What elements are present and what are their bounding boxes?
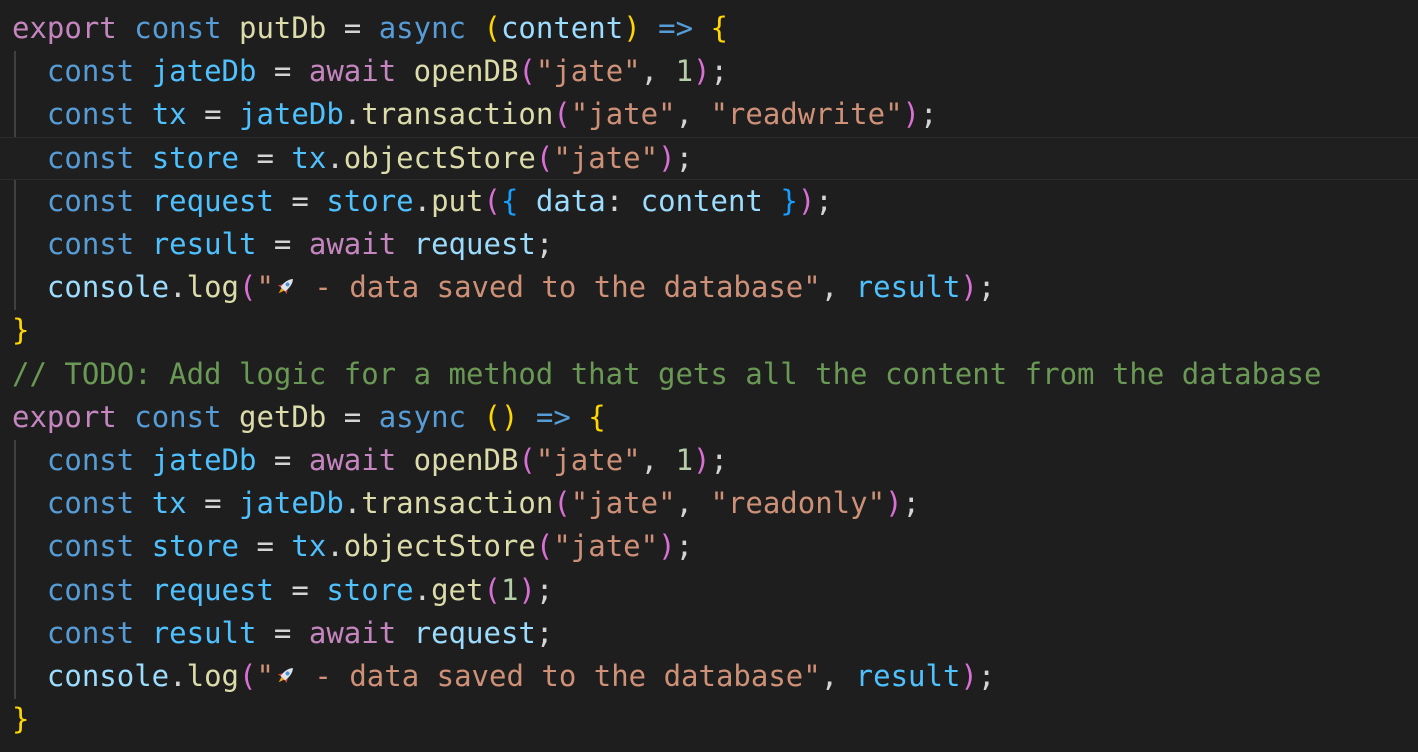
- string-literal: "jate": [535, 54, 641, 88]
- code-line[interactable]: const jateDb = await openDB("jate", 1);: [0, 50, 1418, 93]
- variable: result: [151, 227, 257, 261]
- function-name: getDb: [239, 400, 327, 434]
- keyword: const: [46, 97, 135, 131]
- number-literal: 1: [500, 573, 519, 607]
- method-call: objectStore: [343, 141, 536, 175]
- parameter: content: [500, 11, 624, 45]
- keyword: const: [46, 486, 135, 520]
- variable: request: [151, 573, 274, 607]
- string-literal: "readwrite": [710, 97, 903, 131]
- operator: =: [326, 11, 379, 45]
- keyword: const: [46, 573, 135, 607]
- function-call: openDB: [413, 443, 519, 477]
- variable: content: [640, 184, 763, 218]
- variable: request: [413, 616, 536, 650]
- method-call: transaction: [361, 97, 554, 131]
- keyword: const: [46, 443, 135, 477]
- variable: jateDb: [239, 486, 344, 520]
- code-line[interactable]: const result = await request;: [0, 612, 1418, 655]
- keyword: async: [378, 400, 467, 434]
- string-literal: "jate": [570, 97, 676, 131]
- method-call: put: [431, 184, 484, 218]
- keyword: const: [46, 227, 135, 261]
- code-line[interactable]: console.log(" - data saved to the databa…: [0, 655, 1418, 698]
- keyword: export: [12, 11, 117, 45]
- string-literal: "jate": [553, 529, 659, 563]
- code-line[interactable]: const request = store.get(1);: [0, 569, 1418, 612]
- code-line[interactable]: export const putDb = async (content) => …: [0, 7, 1418, 50]
- variable: tx: [291, 529, 327, 563]
- keyword: const: [46, 141, 135, 175]
- arrow-operator: =>: [518, 400, 589, 434]
- rocket-icon: [277, 279, 293, 295]
- string-literal: "jate": [553, 141, 659, 175]
- number-literal: 1: [675, 443, 694, 477]
- keyword: await: [308, 227, 397, 261]
- object-key: data: [535, 184, 606, 218]
- code-line[interactable]: const tx = jateDb.transaction("jate", "r…: [0, 482, 1418, 525]
- variable: store: [151, 529, 240, 563]
- code-line[interactable]: console.log(" - data saved to the databa…: [0, 266, 1418, 309]
- string-literal: - data saved to the database": [296, 659, 821, 693]
- code-line[interactable]: const jateDb = await openDB("jate", 1);: [0, 439, 1418, 482]
- method-call: log: [186, 270, 239, 304]
- variable: store: [151, 141, 240, 175]
- keyword: const: [46, 616, 135, 650]
- code-line[interactable]: // TODO: Add logic for a method that get…: [0, 353, 1418, 396]
- keyword: export: [12, 400, 117, 434]
- closing-brace: }: [12, 702, 30, 736]
- variable: result: [855, 270, 961, 304]
- code-line[interactable]: const store = tx.objectStore("jate");: [0, 525, 1418, 568]
- code-line[interactable]: }: [0, 698, 1418, 741]
- arrow-operator: =>: [640, 11, 711, 45]
- keyword: const: [46, 529, 135, 563]
- keyword: const: [134, 400, 222, 434]
- variable: tx: [151, 486, 187, 520]
- variable: jateDb: [151, 54, 257, 88]
- method-call: transaction: [361, 486, 554, 520]
- code-line[interactable]: const tx = jateDb.transaction("jate", "r…: [0, 93, 1418, 136]
- string-literal: "readonly": [710, 486, 886, 520]
- function-call: openDB: [413, 54, 519, 88]
- keyword: const: [46, 54, 135, 88]
- variable: request: [151, 184, 274, 218]
- variable: console: [46, 270, 170, 304]
- variable: result: [151, 616, 257, 650]
- rocket-icon: [277, 668, 293, 684]
- closing-brace: }: [12, 313, 30, 347]
- string-literal: "jate": [570, 486, 676, 520]
- method-call: log: [186, 659, 239, 693]
- variable: jateDb: [239, 97, 344, 131]
- keyword: await: [308, 54, 397, 88]
- number-literal: 1: [675, 54, 694, 88]
- keyword: const: [134, 11, 222, 45]
- keyword: const: [46, 184, 135, 218]
- method-call: objectStore: [343, 529, 536, 563]
- keyword: await: [308, 616, 397, 650]
- string-literal: "jate": [535, 443, 641, 477]
- code-editor[interactable]: export const putDb = async (content) => …: [0, 0, 1418, 752]
- function-name: putDb: [239, 11, 327, 45]
- variable: tx: [151, 97, 187, 131]
- code-line[interactable]: const request = store.put({ data: conten…: [0, 180, 1418, 223]
- keyword: async: [378, 11, 467, 45]
- variable: result: [855, 659, 961, 693]
- keyword: await: [308, 443, 397, 477]
- variable: store: [326, 573, 414, 607]
- code-comment: // TODO: Add logic for a method that get…: [12, 357, 1322, 391]
- variable: console: [46, 659, 170, 693]
- method-call: get: [431, 573, 484, 607]
- variable: jateDb: [151, 443, 257, 477]
- code-line[interactable]: export const getDb = async () => {: [0, 396, 1418, 439]
- code-line[interactable]: }: [0, 309, 1418, 352]
- code-line-active[interactable]: const store = tx.objectStore("jate");: [0, 137, 1418, 180]
- variable: tx: [291, 141, 327, 175]
- string-literal: - data saved to the database": [296, 270, 821, 304]
- variable: request: [413, 227, 536, 261]
- variable: store: [326, 184, 414, 218]
- code-line[interactable]: const result = await request;: [0, 223, 1418, 266]
